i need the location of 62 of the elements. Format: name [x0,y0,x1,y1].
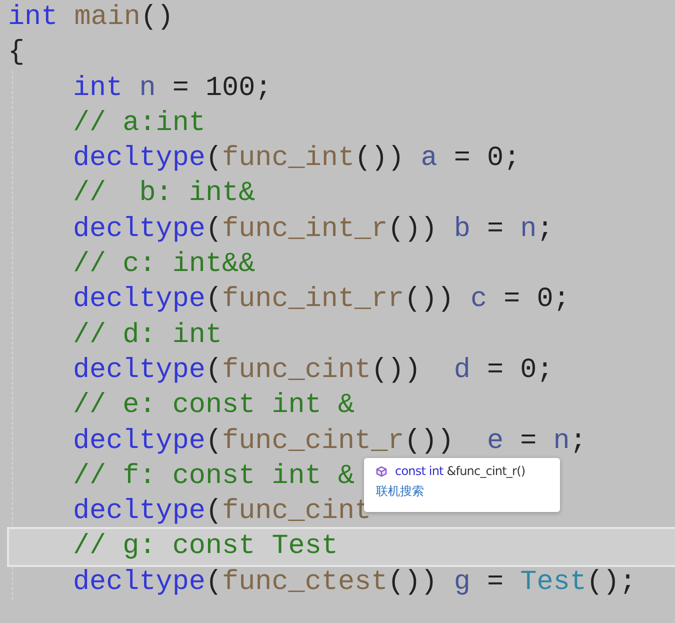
function-name: func_int [222,142,355,176]
code-comment: // c: int&& [73,248,256,282]
variable-name: a [420,142,438,176]
type-name: Test [520,566,586,600]
code-punctuation: ( [205,424,222,459]
online-search-link[interactable]: 联机搜索 [376,483,424,500]
code-punctuation: = [486,566,505,600]
code-punctuation: ()) [404,424,455,459]
code-punctuation: ( [205,283,222,318]
keyword-token: decltype [73,212,206,247]
code-punctuation: () [140,1,174,35]
keyword-token: int [8,1,59,35]
code-comment: // e: const int & [73,389,355,424]
function-name: func_int_r [222,212,388,247]
code-punctuation: = 0; [486,354,554,388]
function-name: main [74,1,140,35]
variable-name: g [454,566,470,600]
code-punctuation: { [8,36,25,70]
code-comment: // d: int [73,318,222,353]
keyword-token: decltype [73,354,206,388]
keyword-token: decltype [73,424,206,459]
code-punctuation: = 0; [452,142,520,176]
variable-name: n [553,424,570,459]
code-punctuation: ; [536,212,554,247]
function-name: func_ctest [222,566,388,600]
code-comment: // f: const int & [73,460,355,494]
code-punctuation: ( [205,495,222,530]
code-punctuation: ; [570,424,586,459]
code-comment: // g: const Test [73,530,338,564]
keyword-token: decltype [73,283,206,318]
function-name: func_cint_r [222,424,404,459]
code-punctuation: ( [205,354,222,388]
function-name: func_cint [222,495,372,530]
code-punctuation: ()) [354,142,406,176]
code-punctuation: ()) [388,566,438,600]
variable-name: n [139,72,156,106]
cube-icon [376,466,387,476]
variable-name: c [470,283,488,318]
variable-name: d [454,354,470,388]
code-punctuation: ( [205,212,222,247]
code-punctuation: = 100; [171,72,272,106]
variable-name: e [487,424,504,459]
variable-name: b [454,212,470,247]
code-punctuation: = 0; [502,283,570,318]
variable-name: n [520,212,537,247]
code-comment: // a:int [73,106,206,141]
code-comment: // b: int& [73,177,256,212]
code-punctuation: ()) [371,354,422,388]
code-punctuation: ()) [404,283,455,318]
function-name: func_int_rr [222,283,404,318]
function-name: func_cint [222,354,372,388]
code-punctuation: = [486,212,505,247]
keyword-token: decltype [73,142,206,176]
code-punctuation: = [519,424,538,459]
keyword-token: decltype [73,566,206,600]
code-punctuation: (); [586,566,636,600]
keyword-token: int [73,72,124,106]
code-punctuation: ( [205,142,222,176]
keyword-token: decltype [73,495,206,530]
code-punctuation: ( [205,566,222,600]
function-signature: const int &func_cint_r() [395,464,526,478]
code-punctuation: ()) [388,212,438,247]
